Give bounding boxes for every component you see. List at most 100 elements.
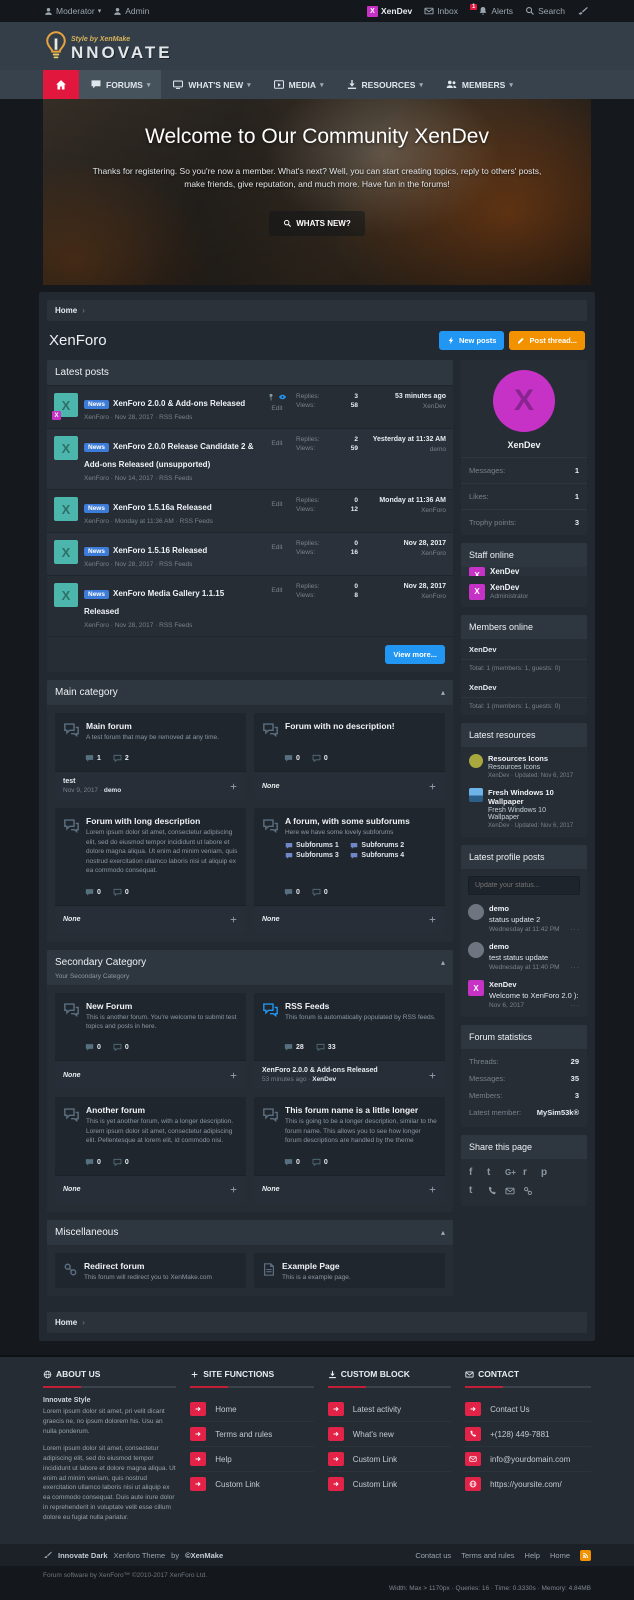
thread-title-link[interactable]: XenForo 2.0.0 & Add-ons Released — [113, 399, 245, 408]
nav-tab-whats-new[interactable]: WHAT'S NEW ▾ — [161, 70, 261, 99]
collapse-caret-icon[interactable]: ▴ — [441, 1228, 445, 1237]
avatar[interactable]: X — [493, 370, 555, 432]
profile-post-date[interactable]: Wednesday at 11:40 PM — [489, 964, 560, 971]
expand-plus-icon[interactable] — [428, 1181, 437, 1199]
nav-tab-members[interactable]: MEMBERS ▾ — [434, 70, 524, 99]
post-thread-button[interactable]: Post thread... — [509, 331, 585, 350]
edit-link[interactable]: Edit — [264, 544, 290, 551]
expand-plus-icon[interactable] — [229, 777, 238, 795]
breadcrumb-home-link[interactable]: Home — [55, 306, 77, 315]
last-post-author[interactable]: demo — [364, 446, 446, 453]
edit-link[interactable]: Edit — [264, 587, 290, 594]
status-update-input[interactable] — [468, 876, 580, 895]
last-thread-author[interactable]: XenDev — [312, 1076, 336, 1083]
profile-post-author[interactable]: demo — [489, 942, 580, 951]
forum-name-link[interactable]: Main forum — [86, 721, 219, 731]
last-thread-link[interactable]: XenForo 2.0.0 & Add-ons Released — [262, 1067, 378, 1074]
avatar[interactable]: X — [468, 980, 484, 996]
category-title[interactable]: Main category — [55, 687, 118, 698]
last-post-author[interactable]: XenDev — [364, 403, 446, 410]
forum-name-link[interactable]: Another forum — [86, 1105, 238, 1115]
forum-name-link[interactable]: New Forum — [86, 1001, 238, 1011]
more-options-icon[interactable]: ··· — [571, 964, 581, 971]
category-title[interactable]: Secondary Category — [55, 957, 146, 968]
footer-link-whats-new[interactable]: What's new — [327, 1422, 452, 1448]
expand-plus-icon[interactable] — [428, 1066, 437, 1084]
last-post-author[interactable]: XenForo — [364, 507, 446, 514]
rss-icon[interactable] — [580, 1549, 591, 1561]
avatar[interactable]: X — [54, 583, 78, 607]
forum-name-link[interactable]: Forum with long description — [86, 816, 238, 826]
subforum-link[interactable]: Subforums 1 — [285, 842, 344, 850]
facebook-icon[interactable]: f — [469, 1167, 487, 1178]
footer-link-custom[interactable]: Custom Link — [327, 1472, 451, 1496]
category-title[interactable]: Miscellaneous — [55, 1227, 118, 1238]
last-post-author[interactable]: XenForo — [364, 550, 446, 557]
thread-title-link[interactable]: XenForo 2.0.0 Release Candidate 2 & Add-… — [84, 442, 253, 469]
avatar[interactable]: X — [54, 436, 78, 460]
nav-tab-media[interactable]: MEDIA ▾ — [262, 70, 335, 99]
last-post-date[interactable]: Nov 28, 2017 — [364, 540, 446, 547]
more-options-icon[interactable]: ··· — [571, 926, 581, 933]
moderator-menu[interactable]: Moderator ▾ — [44, 6, 101, 16]
avatar[interactable]: XX — [52, 393, 78, 420]
last-post-author[interactable]: XenForo — [364, 593, 446, 600]
last-post-date[interactable]: Nov 28, 2017 — [364, 583, 446, 590]
nav-tab-resources[interactable]: RESOURCES ▾ — [335, 70, 434, 99]
site-logo[interactable]: Style by XenMake NNOVATE — [43, 31, 173, 61]
view-more-button[interactable]: View more... — [385, 645, 445, 664]
expand-plus-icon[interactable] — [229, 1181, 238, 1199]
online-member-link[interactable]: XenDev — [461, 639, 587, 659]
edit-link[interactable]: Edit — [264, 501, 290, 508]
copy-link-icon[interactable] — [523, 1185, 541, 1196]
footer-link-custom[interactable]: Custom Link — [327, 1447, 452, 1473]
last-thread-author[interactable]: demo — [104, 787, 121, 794]
profile-post-date[interactable]: Wednesday at 11:42 PM — [489, 926, 560, 933]
online-member-link[interactable]: XenDev — [461, 677, 587, 697]
profile-post-author[interactable]: demo — [489, 904, 580, 913]
twitter-icon[interactable]: t — [487, 1167, 505, 1178]
whats-new-button[interactable]: WHATS NEW? — [269, 211, 365, 237]
avatar[interactable]: X — [54, 497, 78, 521]
whatsapp-icon[interactable] — [487, 1185, 505, 1196]
footer-phone[interactable]: +(128) 449-7881 — [465, 1422, 591, 1448]
forum-name-link[interactable]: RSS Feeds — [285, 1001, 436, 1011]
footer-link-home[interactable]: Home — [190, 1397, 314, 1423]
staff-member-row[interactable]: X XenDev Administrator — [461, 576, 587, 607]
expand-plus-icon[interactable] — [229, 911, 238, 929]
nav-home-button[interactable] — [43, 70, 79, 99]
footer-nav-help[interactable]: Help — [525, 1551, 540, 1560]
theme-name[interactable]: Innovate Dark — [58, 1551, 108, 1560]
inbox-link[interactable]: Inbox — [424, 6, 458, 16]
more-options-icon[interactable]: ··· — [571, 1002, 581, 1009]
theme-brand-link[interactable]: ©XenMake — [185, 1551, 223, 1560]
nav-tab-forums[interactable]: FORUMS ▾ — [79, 70, 162, 99]
footer-nav-terms[interactable]: Terms and rules — [461, 1551, 514, 1560]
new-posts-button[interactable]: New posts — [438, 331, 505, 350]
avatar[interactable] — [468, 904, 484, 920]
copyright-text[interactable]: Forum software by XenForo™ ©2010-2017 Xe… — [43, 1572, 591, 1579]
expand-plus-icon[interactable] — [428, 777, 437, 795]
avatar[interactable] — [468, 942, 484, 958]
footer-email[interactable]: info@yourdomain.com — [465, 1447, 591, 1473]
footer-contact-us[interactable]: Contact Us — [465, 1397, 591, 1423]
thread-title-link[interactable]: XenForo 1.5.16 Released — [113, 546, 207, 555]
collapse-caret-icon[interactable]: ▴ — [441, 688, 445, 697]
footer-link-help[interactable]: Help — [190, 1447, 314, 1473]
breadcrumb-home-link[interactable]: Home — [55, 1318, 77, 1327]
expand-plus-icon[interactable] — [229, 1066, 238, 1084]
last-thread-link[interactable]: test — [63, 778, 121, 785]
expand-plus-icon[interactable] — [428, 911, 437, 929]
collapse-caret-icon[interactable]: ▴ — [441, 958, 445, 967]
search-link[interactable]: Search — [525, 6, 565, 16]
pinterest-icon[interactable]: p — [541, 1167, 559, 1178]
google-plus-icon[interactable]: G+ — [505, 1167, 523, 1178]
account-menu[interactable]: X XenDev — [367, 5, 412, 17]
subforum-link[interactable]: Subforums 3 — [285, 852, 344, 860]
profile-post-author[interactable]: XenDev — [489, 980, 580, 989]
email-share-icon[interactable] — [505, 1185, 523, 1196]
forum-name-link[interactable]: Example Page — [282, 1261, 351, 1271]
footer-link-latest-activity[interactable]: Latest activity — [327, 1397, 452, 1423]
last-post-date[interactable]: Yesterday at 11:32 AM — [364, 436, 446, 443]
tumblr-icon[interactable]: t — [469, 1185, 487, 1196]
